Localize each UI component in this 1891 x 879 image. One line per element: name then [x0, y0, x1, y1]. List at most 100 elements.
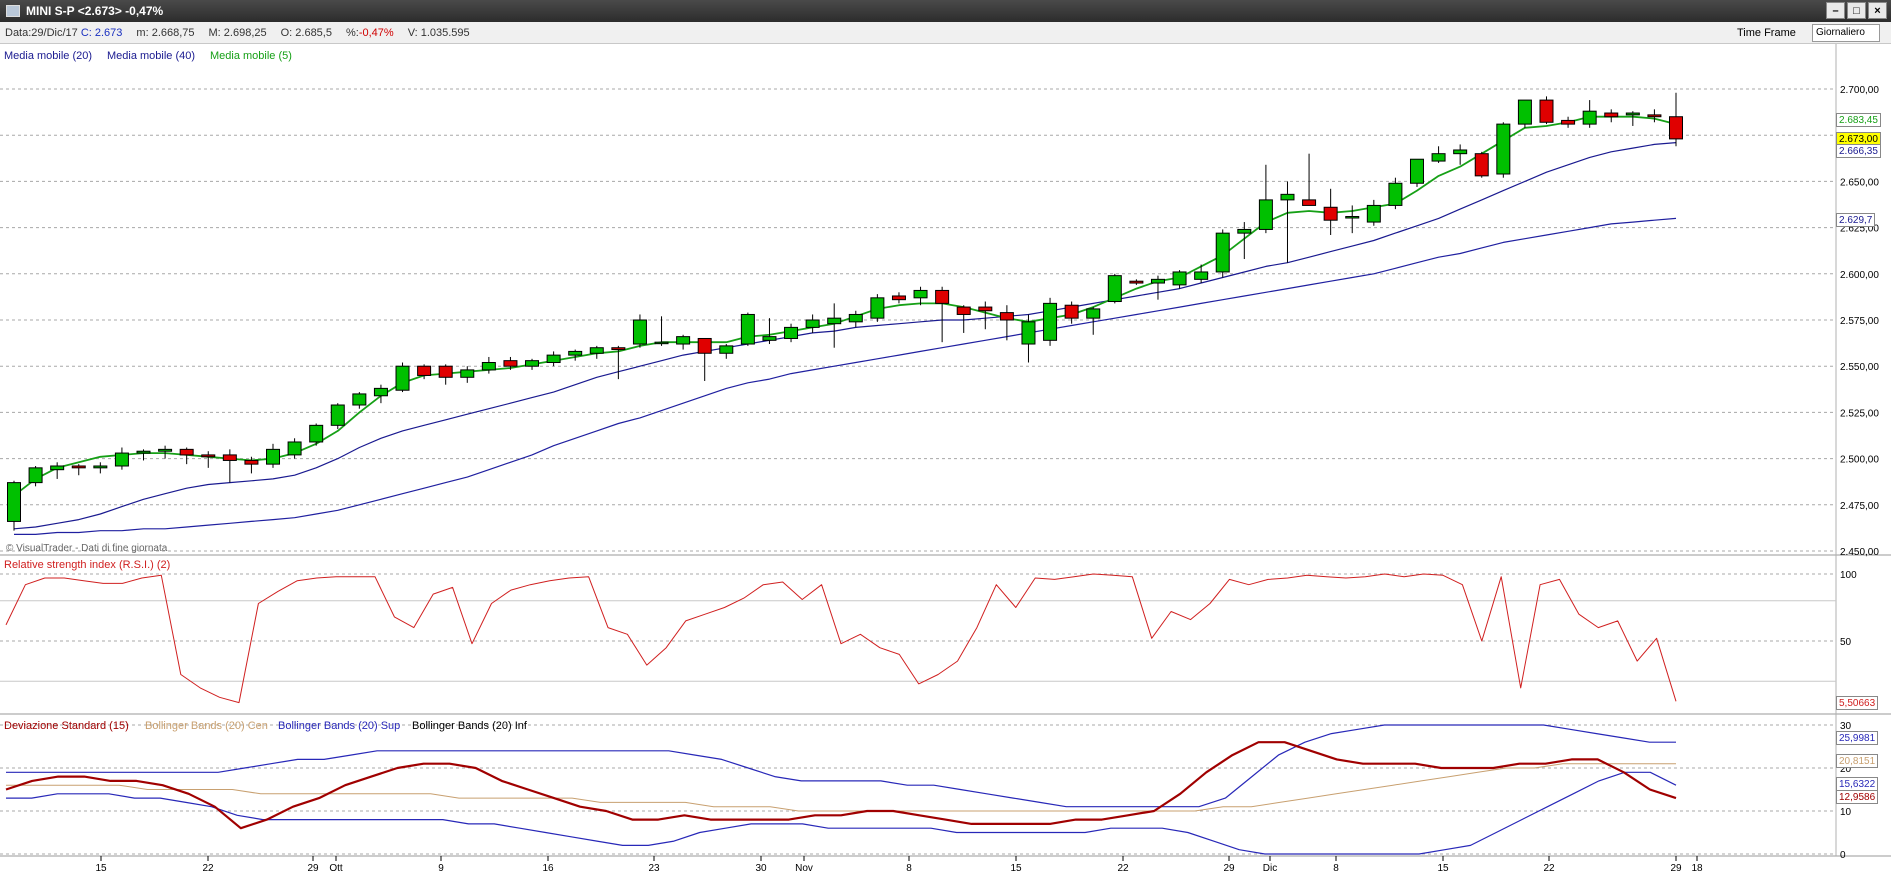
- legend-bb-cen: Bollinger Bands (20) Cen: [145, 720, 268, 732]
- x-tick-label: 29: [307, 863, 319, 874]
- candle-down: [1561, 119, 1576, 125]
- x-tick-label: 18: [1691, 863, 1703, 874]
- timeframe-select[interactable]: Giornaliero: [1812, 24, 1880, 42]
- app-icon: [6, 5, 20, 17]
- price-tick-label: 2.550,00: [1840, 362, 1879, 373]
- price-tick-label: 2.650,00: [1840, 177, 1879, 188]
- candle-down: [956, 306, 971, 315]
- candle-up: [1280, 193, 1295, 201]
- window-controls: – □ ×: [1826, 2, 1887, 19]
- candle-up: [1366, 204, 1381, 223]
- close-button[interactable]: ×: [1868, 2, 1887, 19]
- candle-up: [373, 387, 388, 397]
- candle-up: [1517, 99, 1532, 125]
- candle-up: [1172, 271, 1187, 286]
- candle-up: [1453, 149, 1468, 155]
- x-tick-label: 8: [906, 863, 912, 874]
- legend-rsi: Relative strength index (R.S.I.) (2): [4, 559, 171, 571]
- info-max: M: 2.698,25: [208, 26, 267, 39]
- x-tick-label: 15: [1437, 863, 1449, 874]
- price-tick-label: 2.700,00: [1840, 85, 1879, 96]
- x-tick-label: 29: [1670, 863, 1682, 874]
- minimize-button[interactable]: –: [1826, 2, 1845, 19]
- chart-canvas[interactable]: 2.450,00 2.475,00 2.500,00 2.525,00 2.550,00…: [0, 44, 1891, 879]
- candle-up: [50, 465, 65, 471]
- dev-tick-label: 0: [1840, 850, 1846, 861]
- candle-down: [1539, 99, 1554, 123]
- candle-up: [589, 347, 604, 354]
- candle-up: [1431, 153, 1446, 162]
- window-title: MINI S-P <2.673> -0,47%: [26, 4, 164, 18]
- candle-up: [870, 297, 885, 319]
- candle-up: [1258, 199, 1273, 230]
- candle-up: [546, 354, 561, 364]
- candle-down: [503, 360, 518, 367]
- candle-down: [1647, 114, 1662, 118]
- x-tick-label: 23: [648, 863, 660, 874]
- candle-down: [1669, 116, 1683, 140]
- candle-up: [676, 336, 691, 345]
- x-tick-label: 22: [1117, 863, 1129, 874]
- candle-down: [201, 454, 216, 458]
- candle-up: [136, 450, 151, 454]
- candle-down: [244, 459, 259, 465]
- x-tick-label: 22: [1543, 863, 1555, 874]
- x-tick-label: 22: [202, 863, 214, 874]
- x-tick-label: 9: [438, 863, 444, 874]
- value-box-bb-sup: 25,9981: [1836, 731, 1879, 745]
- value-box-ma40: 2.629,7: [1836, 213, 1876, 227]
- candle-up: [460, 369, 475, 378]
- candle-down: [1604, 112, 1619, 118]
- candle-down: [417, 365, 432, 376]
- candle-up: [266, 448, 281, 465]
- x-tick-label: 15: [95, 863, 107, 874]
- candle-up: [93, 465, 108, 469]
- value-box-bb-cen: 20,8151: [1836, 754, 1879, 768]
- candle-down: [1323, 206, 1338, 221]
- candle-down: [891, 295, 906, 301]
- candle-down: [1302, 199, 1317, 206]
- value-box-ma20: 2.666,35: [1836, 144, 1881, 158]
- info-pct: %:-0,47%: [345, 26, 394, 39]
- candle-up: [1388, 182, 1403, 206]
- candle-up: [762, 336, 777, 341]
- x-tick-label: Dic: [1263, 863, 1277, 874]
- maximize-button[interactable]: □: [1847, 2, 1866, 19]
- candle-down: [438, 365, 453, 378]
- info-open: O: 2.685,5: [280, 26, 332, 39]
- price-tick-label: 2.525,00: [1840, 408, 1879, 419]
- x-tick-label: Ott: [329, 863, 343, 874]
- watermark: © VisualTrader - Dati di fine giornata: [6, 543, 168, 554]
- candle-up: [395, 365, 410, 391]
- x-tick-label: 30: [755, 863, 767, 874]
- rsi-tick-label: 50: [1840, 637, 1852, 648]
- candle-up: [1107, 275, 1122, 303]
- candle-up: [632, 319, 647, 345]
- candle-up: [158, 448, 173, 452]
- timeframe-label: Time Frame: [1737, 27, 1796, 39]
- info-min: m: 2.668,75: [136, 26, 195, 39]
- candle-down: [71, 465, 86, 469]
- candle-up: [1582, 110, 1597, 125]
- candle-up: [1345, 216, 1360, 219]
- candle-up: [784, 326, 799, 339]
- x-tick-label: 8: [1333, 863, 1339, 874]
- chart-background: [0, 44, 1891, 879]
- candle-up: [352, 393, 367, 406]
- candle-up: [114, 452, 129, 467]
- candle-up: [481, 362, 496, 371]
- info-volume: V: 1.035.595: [407, 26, 470, 39]
- x-tick-label: 16: [542, 863, 554, 874]
- candle-up: [805, 319, 820, 328]
- candle-up: [330, 404, 345, 426]
- legend-std: Deviazione Standard (15): [4, 720, 129, 732]
- legend-bb-inf: Bollinger Bands (20) Inf: [412, 720, 527, 732]
- candle-down: [222, 454, 237, 461]
- value-box-ma5: 2.683,45: [1836, 113, 1881, 127]
- candle-up: [1086, 308, 1101, 319]
- price-tick-label: 2.475,00: [1840, 501, 1879, 512]
- candle-up: [719, 345, 734, 354]
- value-box-rsi: 5,50663: [1836, 696, 1879, 710]
- x-tick-label: 29: [1223, 863, 1235, 874]
- candle-up: [1409, 158, 1424, 184]
